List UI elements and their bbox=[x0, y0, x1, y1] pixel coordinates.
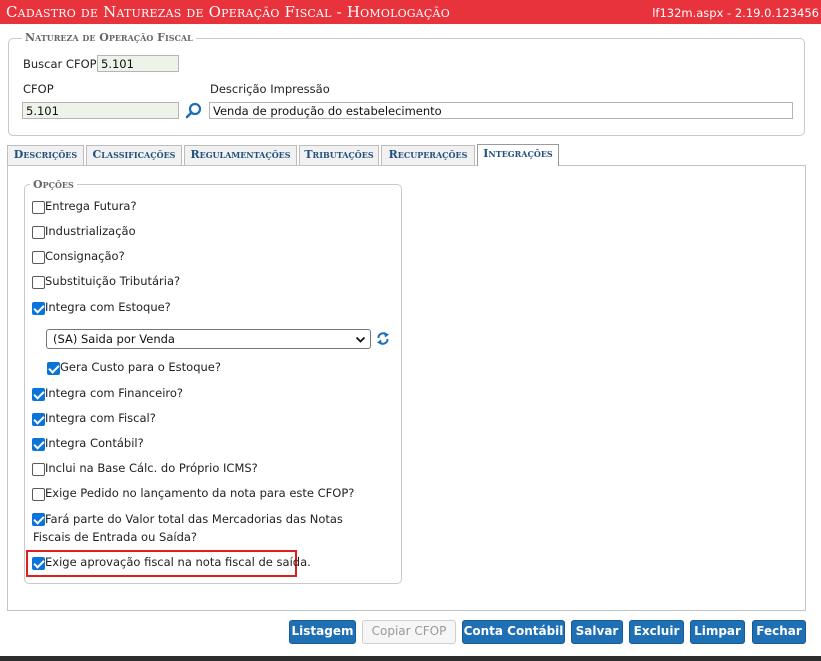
cfop-label: CFOP bbox=[23, 82, 54, 96]
checkbox-industrializacao[interactable] bbox=[32, 226, 45, 239]
page-title: Cadastro de Naturezas de Operação Fiscal… bbox=[6, 3, 450, 21]
label-gera-custo: Gera Custo para o Estoque? bbox=[60, 360, 221, 374]
buscar-cfop-input[interactable] bbox=[97, 55, 179, 72]
label-integra-fiscal: Integra com Fiscal? bbox=[45, 411, 156, 425]
fechar-button[interactable]: Fechar bbox=[752, 620, 806, 644]
cfop-input[interactable] bbox=[22, 102, 179, 119]
limpar-button[interactable]: Limpar bbox=[690, 620, 745, 644]
salvar-button[interactable]: Salvar bbox=[571, 620, 623, 644]
descricao-label: Descrição Impressão bbox=[210, 82, 330, 96]
conta-contabil-button[interactable]: Conta Contábil bbox=[462, 620, 565, 644]
label-entrega-futura: Entrega Futura? bbox=[45, 199, 137, 213]
descricao-input[interactable] bbox=[209, 102, 793, 119]
tab-tributacoes[interactable]: Tributações bbox=[299, 145, 379, 165]
buscar-cfop-label: Buscar CFOP: bbox=[23, 57, 101, 71]
bottom-bar bbox=[0, 656, 821, 661]
checkbox-integra-fiscal[interactable] bbox=[32, 413, 45, 426]
version-label: lf132m.aspx - 2.19.0.123456 bbox=[652, 6, 819, 20]
estoque-select-value: (SA) Saida por Venda bbox=[53, 332, 175, 346]
estoque-select[interactable]: (SA) Saida por Venda bbox=[46, 329, 371, 349]
checkbox-consignacao[interactable] bbox=[32, 251, 45, 264]
checkbox-substituicao-tributaria[interactable] bbox=[32, 276, 45, 289]
label-consignacao: Consignação? bbox=[45, 249, 125, 263]
label-integra-contabil: Integra Contábil? bbox=[45, 436, 144, 450]
title-bar: Cadastro de Naturezas de Operação Fiscal… bbox=[0, 0, 821, 24]
tab-descricoes[interactable]: Descrições bbox=[7, 145, 84, 165]
natureza-legend: Natureza de Operação Fiscal bbox=[22, 31, 196, 44]
tab-regulamentacoes[interactable]: Regulamentações bbox=[184, 145, 297, 165]
copiar-cfop-button[interactable]: Copiar CFOP bbox=[362, 620, 456, 644]
checkbox-gera-custo[interactable] bbox=[47, 362, 60, 375]
checkbox-integra-contabil[interactable] bbox=[32, 438, 45, 451]
checkbox-exige-pedido[interactable] bbox=[32, 488, 45, 501]
excluir-button[interactable]: Excluir bbox=[629, 620, 684, 644]
label-valor-total-mercadorias: Fará parte do Valor total das Mercadoria… bbox=[33, 512, 343, 544]
checkbox-integra-financeiro[interactable] bbox=[32, 388, 45, 401]
chevron-down-icon bbox=[355, 336, 366, 343]
natureza-fieldset bbox=[8, 38, 805, 136]
label-exige-pedido: Exige Pedido no lançamento da nota para … bbox=[45, 486, 355, 500]
label-substituicao-tributaria: Substituição Tributária? bbox=[45, 274, 181, 288]
label-base-calc-icms: Inclui na Base Cálc. do Próprio ICMS? bbox=[45, 461, 258, 475]
checkbox-base-calc-icms[interactable] bbox=[32, 463, 45, 476]
label-exige-aprovacao-fiscal: Exige aprovação fiscal na nota fiscal de… bbox=[45, 555, 311, 569]
checkbox-integra-estoque[interactable] bbox=[32, 302, 45, 315]
label-industrializacao: Industrialização bbox=[45, 224, 136, 238]
opcoes-legend: Opções bbox=[30, 178, 77, 191]
listagem-button[interactable]: Listagem bbox=[289, 620, 356, 644]
tab-integracoes[interactable]: Integrações bbox=[477, 144, 559, 166]
label-integra-estoque: Integra com Estoque? bbox=[45, 300, 171, 314]
refresh-icon[interactable] bbox=[376, 331, 390, 346]
search-icon[interactable] bbox=[185, 102, 202, 119]
tab-classificacoes[interactable]: Classificações bbox=[86, 145, 182, 165]
label-integra-financeiro: Integra com Financeiro? bbox=[45, 386, 184, 400]
checkbox-exige-aprovacao-fiscal[interactable] bbox=[32, 557, 45, 570]
checkbox-entrega-futura[interactable] bbox=[32, 201, 45, 214]
tab-recuperacoes[interactable]: Recuperações bbox=[381, 145, 475, 165]
